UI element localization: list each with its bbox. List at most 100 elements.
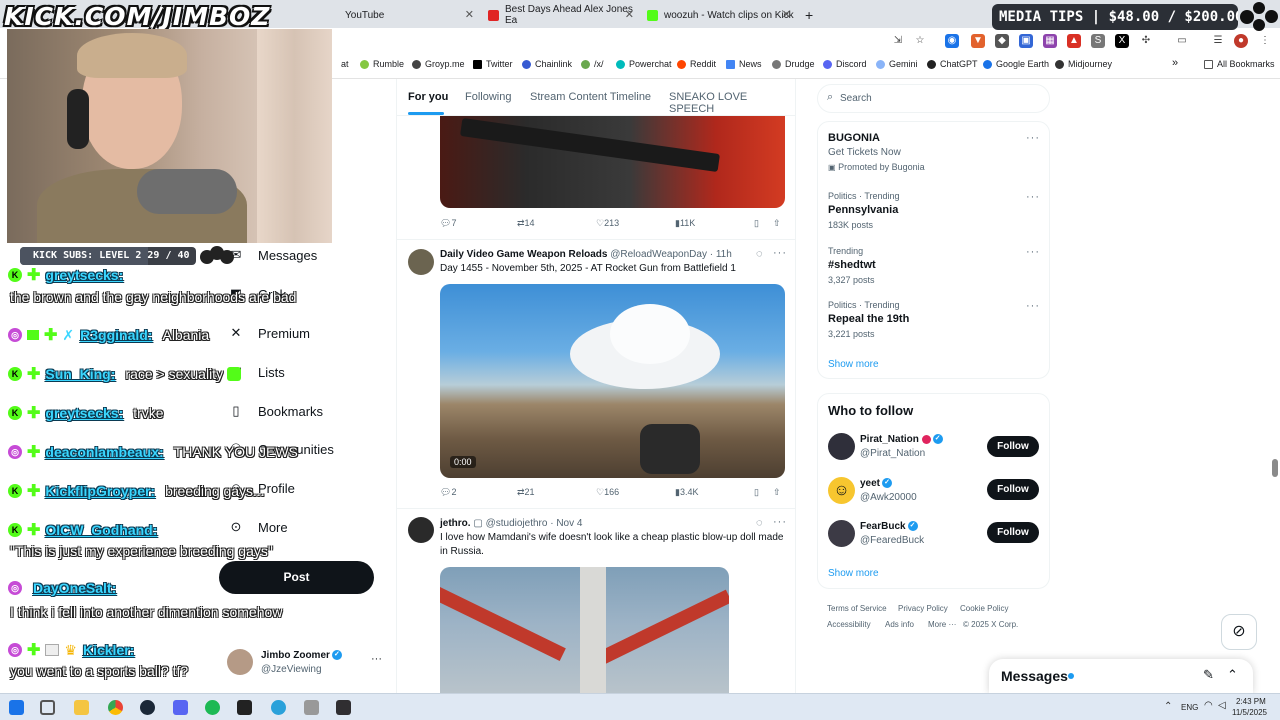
chat-username[interactable]: DayOneSalt: [33, 580, 116, 596]
ad-title[interactable]: BUGONIA [828, 132, 880, 144]
share-button[interactable]: ⇧ [773, 218, 781, 229]
tab-youtube[interactable]: YouTube ✕ [345, 4, 480, 26]
close-icon[interactable]: ✕ [625, 8, 634, 21]
follow-suggestion-name[interactable]: yeet ✓ [860, 478, 893, 489]
bookmark-button[interactable]: ▯ [754, 218, 759, 229]
reply-button[interactable]: 💬︎ 2 [440, 487, 456, 498]
footer-more[interactable]: More ··· [928, 620, 956, 629]
obs-icon[interactable] [336, 700, 351, 715]
footer-privacy[interactable]: Privacy Policy [898, 604, 948, 613]
close-icon[interactable]: ✕ [465, 8, 474, 21]
avatar[interactable] [408, 517, 434, 543]
bookmark-discord[interactable]: Discord [823, 59, 867, 69]
chevron-up-icon[interactable]: ⌃ [1227, 667, 1238, 683]
task-view-icon[interactable] [40, 700, 55, 715]
more-dots-icon[interactable]: ··· [1026, 191, 1040, 203]
post-video[interactable]: 0:00 [440, 284, 785, 478]
bookmark-groyp[interactable]: Groyp.me [412, 59, 465, 69]
search-input[interactable]: ⌕ Search [817, 84, 1050, 113]
extension-icon[interactable]: ▲ [1067, 34, 1081, 48]
post-image[interactable] [440, 567, 729, 693]
follow-suggestion-name[interactable]: FearBuck ✓ [860, 521, 918, 532]
show-more-follow[interactable]: Show more [828, 568, 879, 579]
post-time[interactable]: · Nov 4 [550, 518, 582, 529]
extension-icon[interactable]: ▣ [1019, 34, 1033, 48]
extension-icon[interactable]: ◉ [945, 34, 959, 48]
avatar[interactable] [828, 433, 855, 460]
app-icon[interactable] [304, 700, 319, 715]
star-icon[interactable]: ☆ [913, 34, 927, 48]
bookmark-x[interactable]: /x/ [581, 59, 604, 69]
tab-sneako-love-speech[interactable]: SNEAKO LOVE SPEECH [669, 91, 795, 115]
messages-drawer[interactable]: Messages ✎ ⌃ [989, 659, 1253, 693]
chat-username[interactable]: R3gginald: [80, 327, 152, 343]
author-name[interactable]: Daily Video Game Weapon Reloads [440, 249, 607, 260]
chat-username[interactable]: OICW_Godhand: [45, 522, 157, 538]
bookmark-gemini[interactable]: Gemini [876, 59, 918, 69]
like-button[interactable]: ♡ 213 [596, 218, 619, 229]
footer-terms[interactable]: Terms of Service [827, 604, 887, 613]
footer-ads-info[interactable]: Ads info [885, 620, 914, 629]
bookmark-drudge[interactable]: Drudge [772, 59, 815, 69]
chrome-icon[interactable] [108, 700, 123, 715]
extension-icon[interactable]: ▼ [971, 34, 985, 48]
install-icon[interactable]: ⇲ [891, 34, 905, 48]
all-bookmarks[interactable]: All Bookmarks [1204, 59, 1275, 69]
wifi-icon[interactable]: ◠ [1204, 700, 1213, 711]
extension-icon[interactable]: ◆ [995, 34, 1009, 48]
new-tab-button[interactable]: + [805, 4, 821, 26]
trend-title[interactable]: Pennsylvania [828, 204, 898, 216]
avatar[interactable] [828, 520, 855, 547]
more-dots-icon[interactable]: ··· [773, 247, 787, 259]
tab-stream-content-timeline[interactable]: Stream Content Timeline [530, 91, 651, 103]
menu-icon[interactable]: ⋮ [1258, 34, 1272, 48]
spotify-icon[interactable] [205, 700, 220, 715]
footer-cookie[interactable]: Cookie Policy [960, 604, 1008, 613]
tray-language[interactable]: ENG [1181, 703, 1198, 712]
close-icon[interactable]: ✕ [782, 8, 791, 21]
tab-alex-jones[interactable]: Best Days Ahead Alex Jones Ea ✕ [488, 4, 640, 26]
more-dots-icon[interactable]: ··· [1026, 246, 1040, 258]
chat-username[interactable]: KickflipGroyper: [45, 483, 155, 499]
repost-button[interactable]: ⇄ 21 [517, 487, 535, 498]
avatar[interactable]: ● [1234, 34, 1248, 48]
app-icon[interactable] [237, 700, 252, 715]
views-button[interactable]: ▮ 11K [675, 218, 695, 229]
bookmark-twitter[interactable]: Twitter [473, 59, 513, 69]
post-time[interactable]: · 11h [710, 249, 732, 260]
windows-start-icon[interactable] [9, 700, 24, 715]
grok-icon[interactable]: ◌ [756, 248, 764, 260]
post-image[interactable] [440, 116, 785, 208]
bookmark-chatgpt[interactable]: ChatGPT [927, 59, 978, 69]
tab-for-you[interactable]: For you [408, 91, 448, 103]
more-dots-icon[interactable]: ··· [1026, 300, 1040, 312]
new-message-icon[interactable]: ✎ [1203, 667, 1214, 683]
avatar[interactable]: ☺ [828, 477, 855, 504]
reply-button[interactable]: 💬︎ 7 [440, 218, 456, 229]
views-button[interactable]: ▮ 3.4K [675, 487, 698, 498]
avatar[interactable] [408, 249, 434, 275]
tray-date[interactable]: 11/5/2025 [1232, 708, 1267, 717]
follow-suggestion-name[interactable]: Pirat_Nation ✓ [860, 434, 943, 445]
trend-title[interactable]: Repeal the 19th [828, 313, 909, 325]
bookmark-rumble[interactable]: Rumble [360, 59, 404, 69]
telegram-icon[interactable] [271, 700, 286, 715]
puzzle-icon[interactable]: ✣ [1139, 34, 1153, 48]
bookmark-powerchat[interactable]: Powerchat [616, 59, 672, 69]
discord-icon[interactable] [173, 700, 188, 715]
footer-accessibility[interactable]: Accessibility [827, 620, 871, 629]
scrollbar[interactable] [1272, 459, 1278, 477]
more-dots-icon[interactable]: ··· [773, 516, 787, 528]
grok-floating-button[interactable]: ⊘ [1221, 614, 1257, 650]
bookmark-news[interactable]: News [726, 59, 762, 69]
chat-username[interactable]: Kickler: [83, 642, 134, 658]
tray-time[interactable]: 2:43 PM [1236, 697, 1266, 706]
more-dots-icon[interactable]: ··· [371, 653, 382, 665]
like-button[interactable]: ♡ 166 [596, 487, 619, 498]
bookmark-midjourney[interactable]: Midjourney [1055, 59, 1112, 69]
author-handle[interactable]: @ReloadWeaponDay [610, 249, 707, 260]
share-button[interactable]: ⇧ [773, 487, 781, 498]
bookmark-reddit[interactable]: Reddit [677, 59, 716, 69]
grok-icon[interactable]: ◌ [756, 517, 764, 529]
repost-button[interactable]: ⇄ 14 [517, 218, 535, 229]
